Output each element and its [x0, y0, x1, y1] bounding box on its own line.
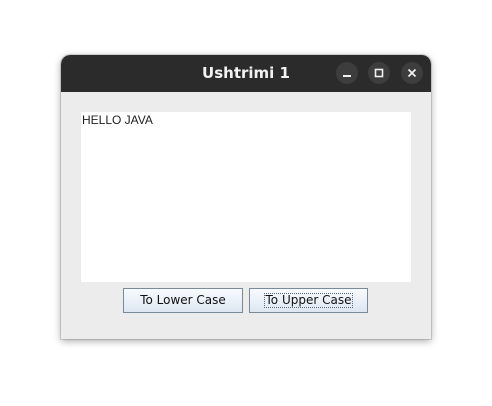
to-lower-case-label: To Lower Case	[140, 293, 226, 307]
maximize-button[interactable]	[368, 62, 390, 84]
close-button[interactable]	[401, 62, 423, 84]
close-icon	[407, 68, 417, 78]
minimize-button[interactable]	[336, 62, 358, 84]
text-area[interactable]: HELLO JAVA	[81, 112, 411, 282]
to-lower-case-button[interactable]: To Lower Case	[123, 288, 243, 313]
to-upper-case-label: To Upper Case	[265, 293, 352, 307]
title-bar[interactable]: Ushtrimi 1	[61, 55, 431, 92]
app-window: Ushtrimi 1 HELLO JAVA To Lower Case To U…	[61, 55, 431, 339]
minimize-icon	[343, 75, 351, 77]
maximize-icon	[374, 68, 384, 78]
to-upper-case-button[interactable]: To Upper Case	[249, 288, 368, 313]
